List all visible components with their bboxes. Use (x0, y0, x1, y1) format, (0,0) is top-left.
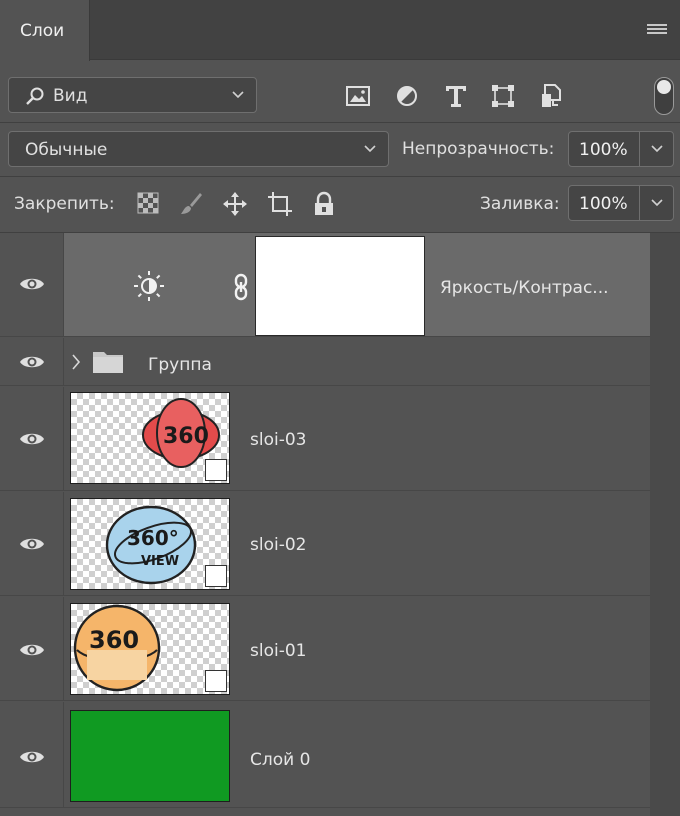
layer-row-sloi-01[interactable]: 360 sloi-01 (0, 597, 650, 701)
layer-thumbnail[interactable] (70, 710, 230, 802)
fill-value: 100% (579, 194, 628, 214)
lock-transparent-pixels-icon[interactable] (136, 191, 162, 217)
tab-layers[interactable]: Слои (0, 0, 90, 61)
image-filter-icon[interactable] (345, 83, 371, 109)
chevron-right-icon[interactable] (70, 353, 82, 371)
layer-name[interactable]: sloi-02 (250, 535, 306, 555)
toggle-knob (657, 80, 671, 94)
layer-row-sloi-02[interactable]: 360° VIEW sloi-02 (0, 492, 650, 596)
chevron-down-icon (651, 145, 663, 153)
eye-icon (20, 644, 44, 656)
visibility-toggle[interactable] (0, 387, 64, 490)
thumbnail-art-subtext: VIEW (141, 554, 179, 569)
eye-icon (20, 433, 44, 445)
layer-thumbnail[interactable]: 360 (70, 392, 230, 484)
lock-artboard-icon[interactable] (267, 191, 293, 217)
brightness-contrast-icon (134, 271, 164, 301)
blend-mode-dropdown[interactable]: Обычные (8, 131, 389, 167)
layer-name[interactable]: sloi-03 (250, 430, 306, 450)
smart-object-badge-icon (205, 565, 227, 587)
layer-name[interactable]: sloi-01 (250, 641, 306, 661)
filter-toggle-switch[interactable] (654, 77, 674, 115)
thumbnail-art-text: 360 (89, 626, 139, 654)
opacity-value: 100% (579, 140, 628, 160)
thumbnail-art-text: 360° (127, 526, 179, 550)
tab-layers-label: Слои (20, 21, 65, 41)
eye-icon (20, 538, 44, 550)
smart-object-badge-icon (205, 670, 227, 692)
search-icon (26, 87, 44, 105)
folder-icon (93, 352, 123, 373)
layer-row-brightness-contrast[interactable]: Яркость/Контрас... (0, 233, 650, 337)
layer-thumbnail[interactable]: 360° VIEW (70, 498, 230, 590)
layer-thumbnail[interactable]: 360 (70, 603, 230, 695)
divider (0, 122, 680, 123)
lock-all-icon[interactable] (312, 191, 338, 217)
adjustment-filter-icon[interactable] (394, 83, 420, 109)
filter-kind-dropdown[interactable]: Вид (8, 77, 257, 113)
chevron-down-icon (364, 145, 376, 153)
layer-name[interactable]: Слой 0 (250, 750, 310, 770)
eye-icon (20, 278, 44, 290)
layer-row-layer-0[interactable]: Слой 0 (0, 702, 650, 808)
fill-dropdown-button[interactable] (639, 186, 673, 220)
filter-kind-label: Вид (53, 86, 88, 106)
fill-label: Заливка: (480, 194, 560, 214)
panel-tabbar: Слои (0, 0, 680, 61)
opacity-dropdown-button[interactable] (639, 132, 673, 166)
visibility-toggle[interactable] (0, 338, 64, 385)
visibility-toggle[interactable] (0, 597, 64, 700)
smart-object-filter-icon[interactable] (539, 83, 565, 109)
shape-filter-icon[interactable] (490, 83, 516, 109)
chevron-down-icon (651, 199, 663, 207)
text-filter-icon[interactable] (443, 83, 469, 109)
divider (0, 176, 680, 177)
layer-row-sloi-03[interactable]: 360 sloi-03 (0, 387, 650, 491)
fill-field[interactable]: 100% (568, 185, 674, 221)
panel-menu-icon[interactable] (647, 24, 667, 36)
eye-icon (20, 356, 44, 368)
visibility-toggle[interactable] (0, 492, 64, 595)
lock-image-pixels-icon[interactable] (178, 191, 204, 217)
layer-name[interactable]: Группа (148, 355, 212, 375)
link-icon (234, 273, 248, 301)
visibility-toggle[interactable] (0, 702, 64, 807)
eye-icon (20, 751, 44, 763)
layer-mask-thumbnail[interactable] (255, 236, 425, 336)
layer-name[interactable]: Яркость/Контрас... (440, 278, 609, 298)
chevron-down-icon (232, 91, 244, 99)
thumbnail-art-text: 360 (163, 424, 209, 449)
blend-mode-label: Обычные (25, 140, 108, 160)
layers-scrollbar[interactable] (650, 233, 680, 816)
opacity-label: Непрозрачность: (402, 139, 555, 159)
lock-position-icon[interactable] (222, 191, 248, 217)
smart-object-badge-icon (205, 459, 227, 481)
lock-label: Закрепить: (14, 194, 115, 214)
visibility-toggle[interactable] (0, 233, 64, 336)
opacity-field[interactable]: 100% (568, 131, 674, 167)
layer-row-group[interactable]: Группа (0, 338, 650, 386)
